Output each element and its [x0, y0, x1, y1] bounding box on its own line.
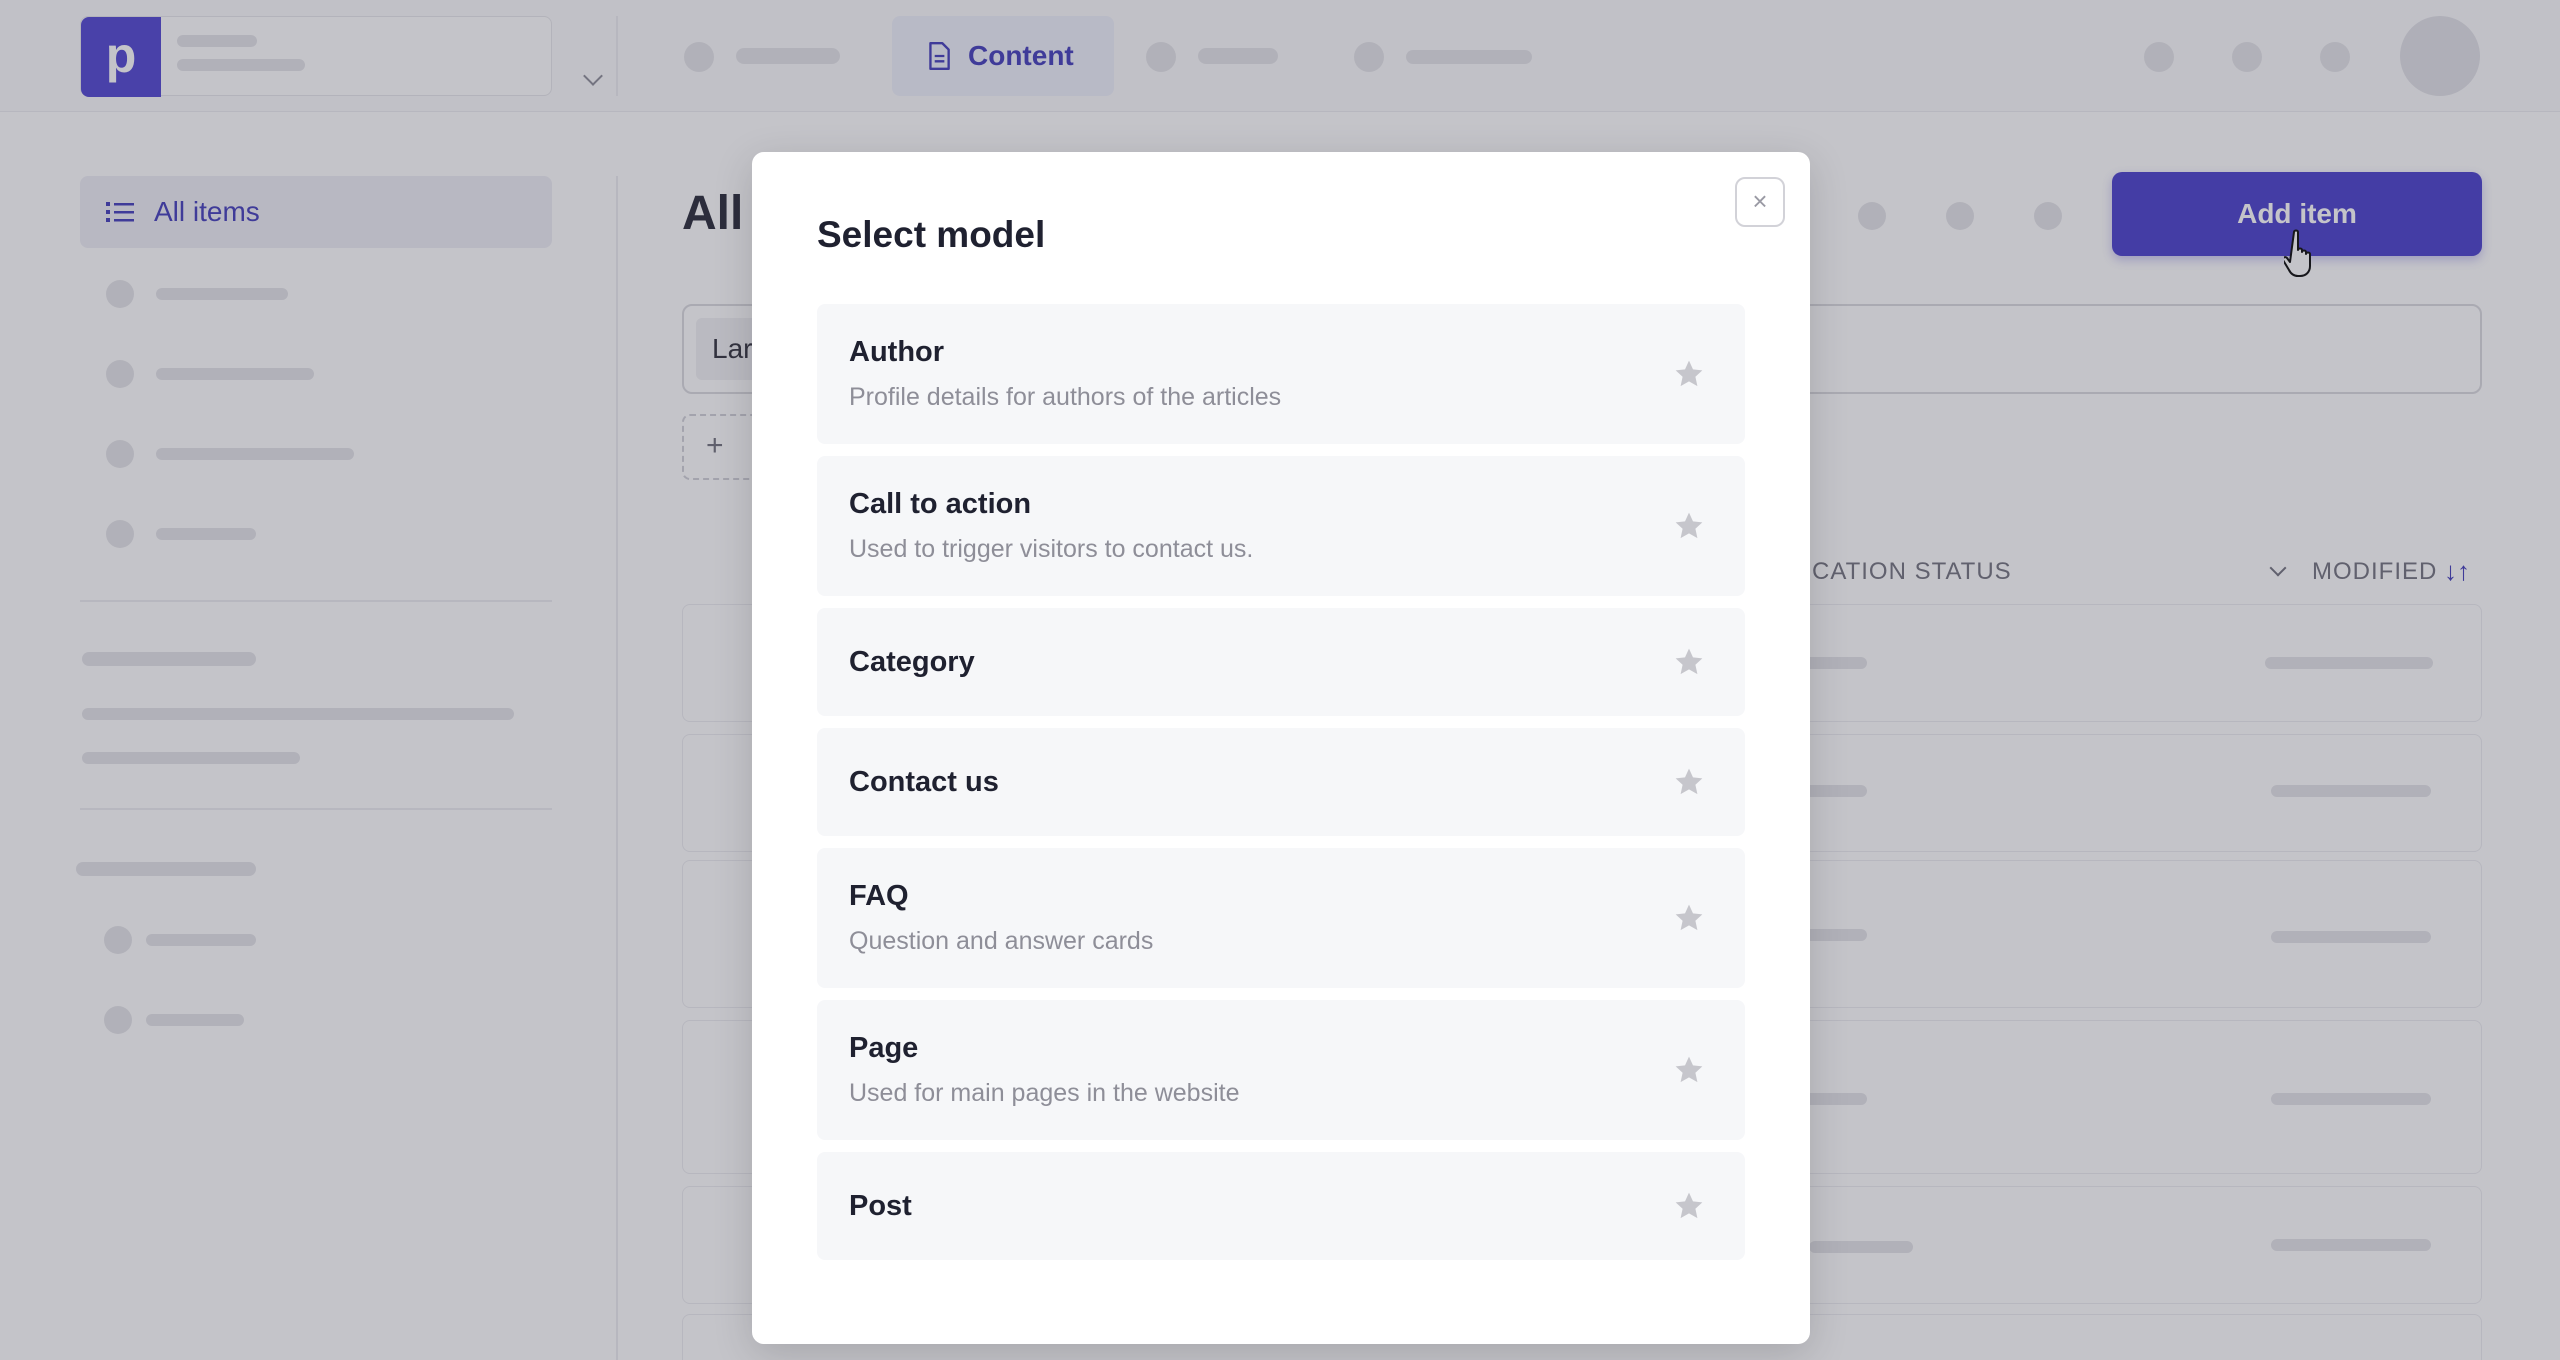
model-description: Profile details for authors of the artic…	[849, 383, 1282, 411]
model-list: Author Profile details for authors of th…	[817, 304, 1745, 1272]
model-option-faq[interactable]: FAQ Question and answer cards	[817, 848, 1745, 988]
star-icon[interactable]	[1673, 646, 1705, 678]
model-option-contact-us[interactable]: Contact us	[817, 728, 1745, 836]
modal-title: Select model	[817, 214, 1046, 255]
model-name: Call to action	[849, 488, 1032, 520]
model-option-category[interactable]: Category	[817, 608, 1745, 716]
model-option-author[interactable]: Author Profile details for authors of th…	[817, 304, 1745, 444]
star-icon[interactable]	[1673, 1190, 1705, 1222]
model-name: Author	[849, 336, 945, 368]
model-description: Used for main pages in the website	[849, 1079, 1240, 1107]
star-icon[interactable]	[1673, 1054, 1705, 1086]
model-description: Used to trigger visitors to contact us.	[849, 535, 1254, 563]
star-icon[interactable]	[1673, 766, 1705, 798]
model-name: Post	[849, 1189, 912, 1222]
model-name: Category	[849, 645, 975, 678]
model-description: Question and answer cards	[849, 927, 1154, 955]
star-icon[interactable]	[1673, 902, 1705, 934]
model-name: Contact us	[849, 765, 999, 798]
model-name: Page	[849, 1032, 919, 1064]
model-option-post[interactable]: Post	[817, 1152, 1745, 1260]
close-button[interactable]: ×	[1735, 177, 1785, 227]
star-icon[interactable]	[1673, 358, 1705, 390]
model-name: FAQ	[849, 880, 909, 912]
model-option-call-to-action[interactable]: Call to action Used to trigger visitors …	[817, 456, 1745, 596]
model-option-page[interactable]: Page Used for main pages in the website	[817, 1000, 1745, 1140]
star-icon[interactable]	[1673, 510, 1705, 542]
select-model-dialog: × Select model Author Profile details fo…	[752, 152, 1810, 1344]
